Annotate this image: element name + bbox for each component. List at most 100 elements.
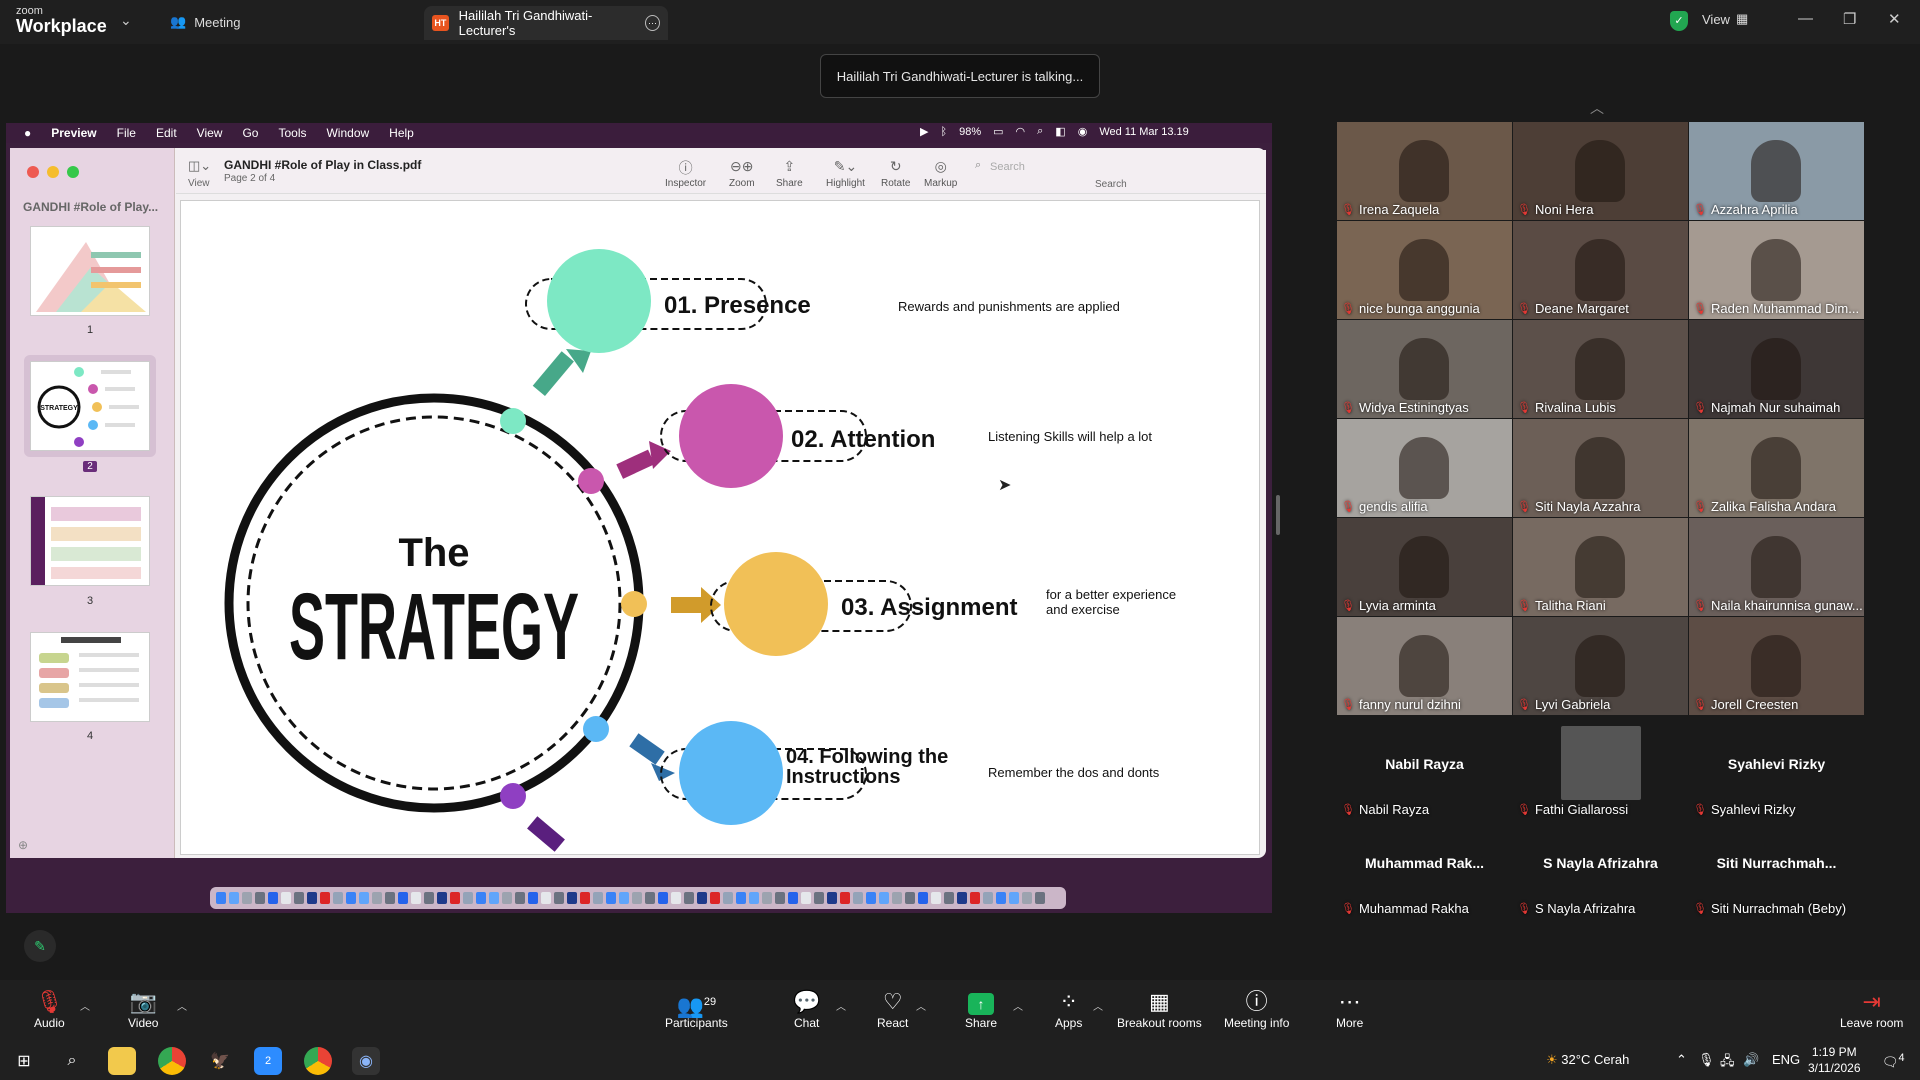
participant-name-tile[interactable]: 🎙 Fathi Giallarossi [1513,722,1688,820]
participant-video-tile[interactable]: 🎙 Lyvi Gabriela [1513,617,1688,715]
annotate-pencil-icon[interactable]: ✎ [24,930,56,962]
dock-app-icon [437,892,447,904]
participant-video-tile[interactable]: 🎙 Rivalina Lubis [1513,320,1688,418]
leave-room-button[interactable]: ⇥ Leave room [1840,988,1903,1030]
chat-options-caret[interactable]: ︿ [836,998,846,1013]
minimize-icon[interactable]: — [1798,10,1813,27]
share-options-caret[interactable]: ︿ [1013,998,1023,1013]
react-button[interactable]: ♡ React [877,988,908,1030]
participant-video-tile[interactable]: 🎙 Noni Hera [1513,122,1688,220]
video-button[interactable]: 📷 Video [128,988,158,1030]
clock[interactable]: 1:19 PM 3/11/2026 [1808,1044,1861,1076]
network-icon[interactable]: 🖧 [1720,1052,1735,1074]
zoom-taskbar-icon[interactable]: 2 [254,1047,282,1075]
chrome-icon-2[interactable] [304,1047,332,1075]
participant-name-tile[interactable]: S Nayla Afrizahra 🎙 S Nayla Afrizahra [1513,821,1688,919]
splitter-handle[interactable] [1276,495,1280,535]
dock-app-icon [697,892,707,904]
tray-chevron-icon[interactable]: ⌃ [1676,1052,1687,1068]
meeting-info-button[interactable]: ⓘ Meeting info [1224,988,1289,1030]
dock-app-icon [918,892,928,904]
participant-video-tile[interactable]: 🎙 gendis alifia [1337,419,1512,517]
tab-shared-screen[interactable]: HT Haililah Tri Gandhiwati-Lecturer's ··… [424,6,668,40]
language-indicator[interactable]: ENG [1772,1052,1800,1067]
notification-icon[interactable]: 🗨4 [1882,1052,1905,1070]
participant-video-tile[interactable]: 🎙 Lyvia arminta [1337,518,1512,616]
participant-name-tile[interactable]: Muhammad Rak... 🎙 Muhammad Rakha [1337,821,1512,919]
participants-count: 29 [703,996,717,1008]
toolbar-rotate-label: Rotate [881,178,911,189]
more-options-icon[interactable]: ··· [645,15,660,31]
mic-tray-icon[interactable]: 🎙 [1698,1052,1715,1068]
toolbar-view-label: View [188,178,210,189]
participant-video-tile[interactable]: 🎙 Najmah Nur suhaimah [1689,320,1864,418]
dock-app-icon [385,892,395,904]
participant-video-tile[interactable]: 🎙 Widya Estiningtyas [1337,320,1512,418]
view-button[interactable]: View ▦ [1702,11,1748,27]
participants-label: Participants [665,1016,728,1030]
participant-video-tile[interactable]: 🎙 Jorell Creesten [1689,617,1864,715]
participant-video-tile[interactable]: 🎙 fanny nurul dzihni [1337,617,1512,715]
chat-button[interactable]: 💬 Chat [793,988,820,1030]
page-thumbnail-1 [30,226,150,316]
more-button[interactable]: ⋯ More [1336,988,1363,1030]
participant-silhouette [1399,635,1449,697]
participant-silhouette [1751,437,1801,499]
bluetooth-icon: ᛒ [940,125,948,138]
participants-button[interactable]: 👥29 Participants [665,988,728,1030]
participant-video-tile[interactable]: 🎙 Zalika Falisha Andara [1689,419,1864,517]
file-explorer-icon[interactable] [108,1047,136,1075]
video-options-caret[interactable]: ︿ [177,998,187,1013]
restore-icon[interactable]: ❐ [1843,10,1856,28]
participant-video-tile[interactable]: 🎙 Azzahra Aprilia [1689,122,1864,220]
windows-start-icon[interactable]: ⊞ [10,1047,38,1075]
volume-icon[interactable]: 🔊 [1743,1052,1759,1068]
dock-app-icon [567,892,577,904]
mic-muted-icon: 🎙 [1341,501,1355,513]
participants-icon: 👥29 [676,993,717,1019]
participant-video-tile[interactable]: 🎙 Naila khairunnisa gunaw... [1689,518,1864,616]
chevron-down-icon[interactable]: ⌄ [120,12,132,29]
menu-view: View [196,126,223,140]
participant-name-tile[interactable]: Syahlevi Rizky 🎙 Syahlevi Rizky [1689,722,1864,820]
audio-options-caret[interactable]: ︿ [80,998,90,1013]
security-shield-icon[interactable]: ✓ [1670,11,1688,31]
app-icon[interactable]: 🦅 [206,1047,234,1075]
chrome-icon[interactable] [158,1047,186,1075]
weather-widget[interactable]: ☀ 32°C Cerah [1546,1052,1629,1068]
participant-video-tile[interactable]: 🎙 Siti Nayla Azzahra [1513,419,1688,517]
participant-video-tile[interactable]: 🎙 Raden Muhammad Dim... [1689,221,1864,319]
close-icon[interactable]: ✕ [1888,10,1901,28]
thumbnail-2-number: 2 [83,461,97,472]
toolbar-share: ⇪ Share [776,158,803,189]
search-icon[interactable]: ⌕ [58,1047,86,1075]
host-avatar-badge: HT [432,15,449,31]
participant-name-tag: 🎙 Raden Muhammad Dim... [1693,301,1859,316]
arrow-3 [671,587,721,623]
toolbar-zoom-label: Zoom [729,178,755,189]
mic-muted-icon: 🎙 [1693,903,1707,915]
apps-button[interactable]: ⁘ Apps [1055,988,1082,1030]
highlighter-icon: ✎⌄ [833,158,858,174]
participant-name-tile[interactable]: Siti Nurrachmah... 🎙 Siti Nurrachmah (Beby… [1689,821,1864,919]
participant-name-tag: 🎙 Deane Margaret [1517,301,1629,316]
dock-app-icon [892,892,902,904]
obs-icon[interactable]: ◉ [352,1047,380,1075]
tab-meeting[interactable]: 👥 Meeting [170,14,240,30]
apps-options-caret[interactable]: ︿ [1093,998,1103,1013]
page-thumbnail-2[interactable]: STRATEGY [30,361,150,451]
share-button[interactable]: ↑ Share [965,988,997,1030]
audio-button[interactable]: 🎙 Audio [34,988,65,1030]
participant-video-tile[interactable]: 🎙 Irena Zaquela [1337,122,1512,220]
participant-name-tile[interactable]: Nabil Rayza 🎙 Nabil Rayza [1337,722,1512,820]
participant-video-tile[interactable]: 🎙 Deane Margaret [1513,221,1688,319]
breakout-rooms-button[interactable]: ▦ Breakout rooms [1117,988,1202,1030]
participant-video-tile[interactable]: 🎙 Talitha Riani [1513,518,1688,616]
participant-video-tile[interactable]: 🎙 nice bunga anggunia [1337,221,1512,319]
react-options-caret[interactable]: ︿ [916,998,926,1013]
zoom-title-bar [0,0,1920,44]
toolbar-highlight: ✎⌄ Highlight [826,158,865,189]
participant-silhouette [1575,140,1625,202]
dock-app-icon [359,892,369,904]
chevron-up-icon[interactable]: ︿ [1590,98,1604,118]
